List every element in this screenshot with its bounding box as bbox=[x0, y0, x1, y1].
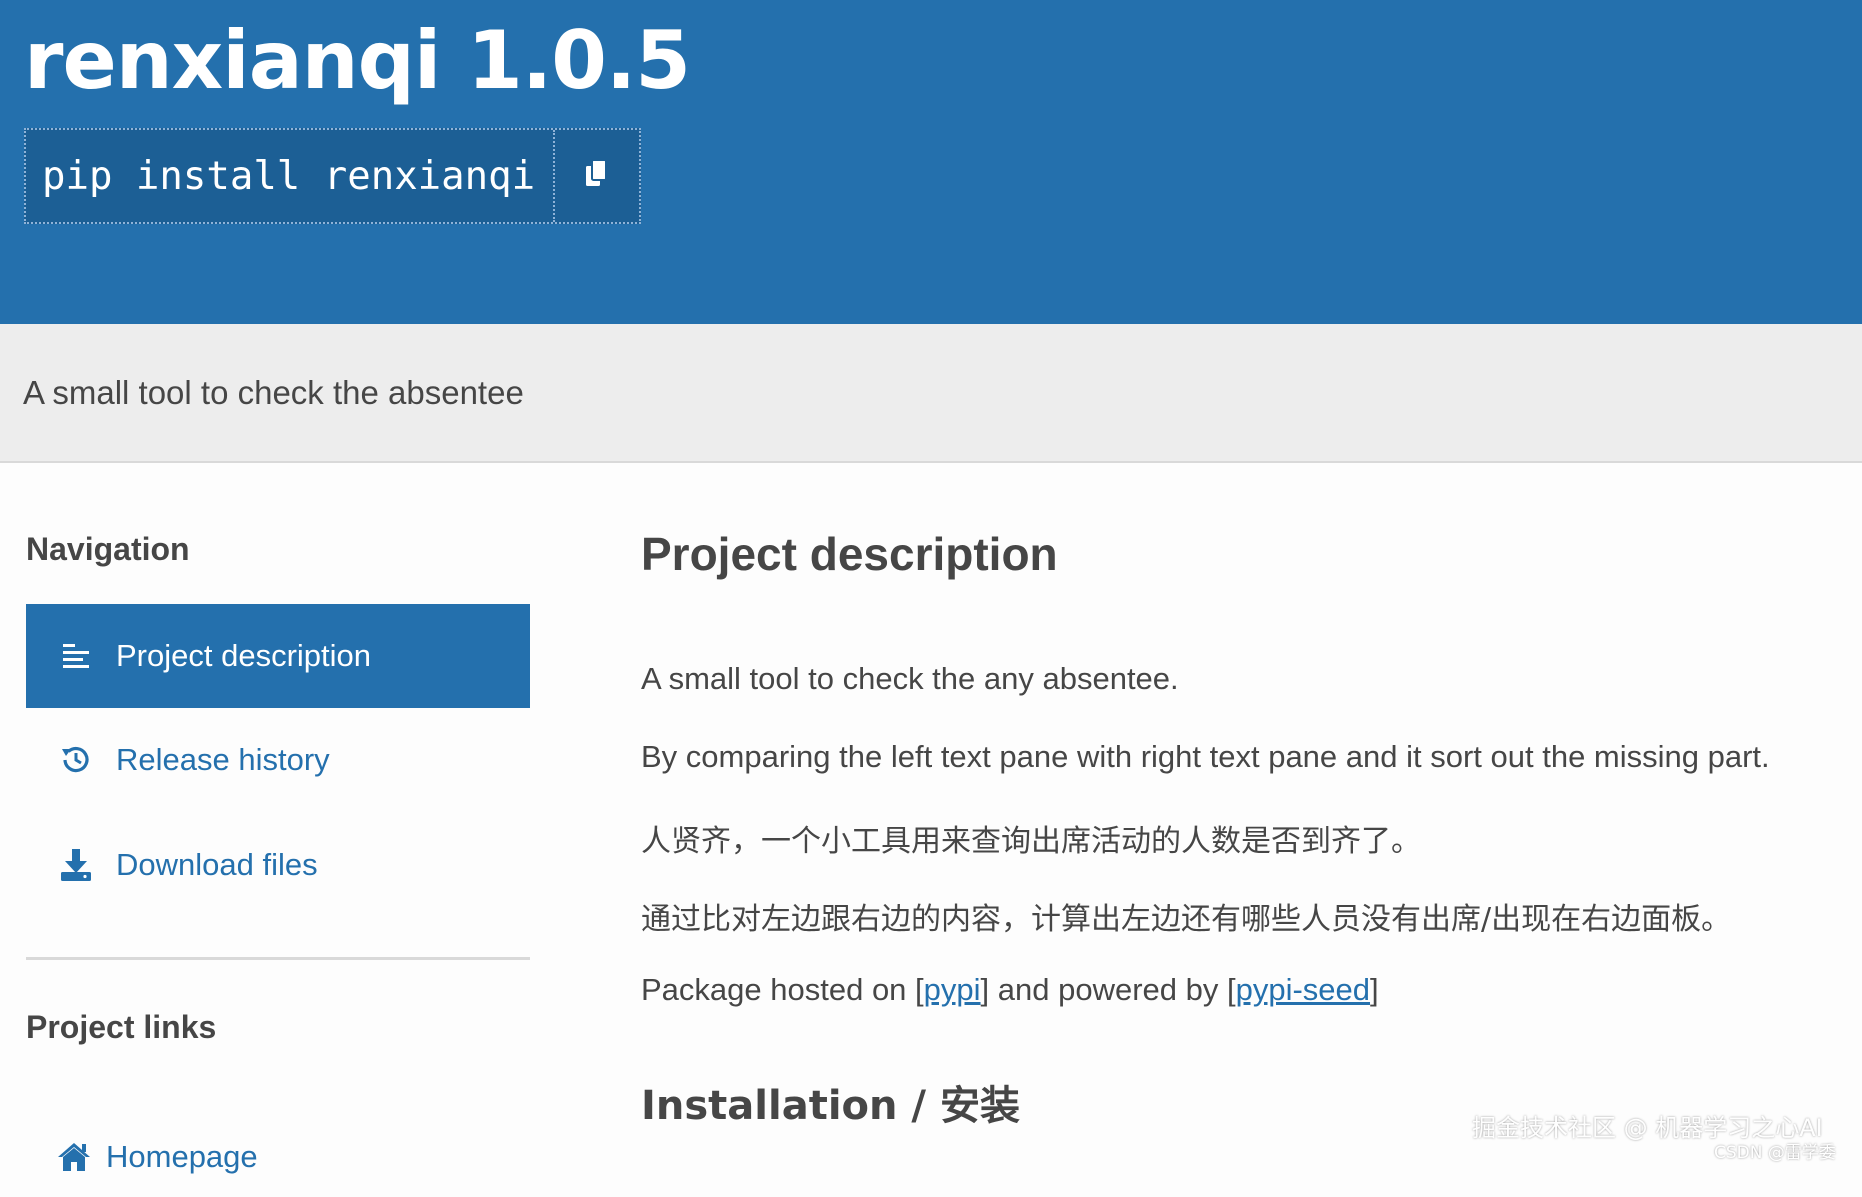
copy-icon bbox=[584, 158, 610, 194]
project-links-heading: Project links bbox=[26, 1009, 217, 1045]
nav-release-history[interactable]: Release history bbox=[26, 708, 530, 812]
package-summary: A small tool to check the absentee bbox=[23, 374, 524, 411]
paragraph: A small tool to check the any absentee. bbox=[641, 661, 1179, 696]
pypi-seed-link[interactable]: pypi-seed bbox=[1236, 972, 1370, 1007]
nav-label: Release history bbox=[116, 742, 330, 777]
link-homepage[interactable]: Homepage bbox=[26, 1117, 530, 1197]
nav-label: Project description bbox=[116, 638, 372, 673]
hosted-prefix: Package hosted on [ bbox=[641, 972, 924, 1007]
summary-band: A small tool to check the absentee bbox=[0, 324, 1862, 463]
pypi-link[interactable]: pypi bbox=[924, 972, 981, 1007]
copy-button[interactable] bbox=[555, 130, 639, 222]
nav-label: Download files bbox=[116, 847, 318, 882]
paragraph: 通过比对左边跟右边的内容，计算出左边还有哪些人员没有出席/出现在右边面板。 bbox=[641, 902, 1732, 937]
navigation-heading: Navigation bbox=[26, 531, 190, 567]
pip-install-box: pip install renxianqi bbox=[24, 128, 642, 224]
paragraph: 人贤齐，一个小工具用来查询出席活动的人数是否到齐了。 bbox=[641, 824, 1421, 859]
header-banner: renxianqi 1.0.5 pip install renxianqi bbox=[0, 0, 1862, 324]
watermark-secondary: CSDN @雷学委 bbox=[1714, 1143, 1836, 1163]
download-icon bbox=[58, 847, 94, 883]
nav-download-files[interactable]: Download files bbox=[26, 813, 530, 917]
paragraph: By comparing the left text pane with rig… bbox=[641, 739, 1770, 774]
hosted-middle: ] and powered by [ bbox=[980, 972, 1236, 1007]
hosted-suffix: ] bbox=[1370, 972, 1379, 1007]
history-icon bbox=[58, 742, 94, 778]
pip-command[interactable]: pip install renxianqi bbox=[26, 130, 556, 222]
link-label: Homepage bbox=[106, 1139, 258, 1174]
align-left-icon bbox=[58, 638, 94, 674]
project-description-heading: Project description bbox=[641, 528, 1058, 580]
package-title: renxianqi 1.0.5 bbox=[24, 14, 691, 107]
nav-project-description[interactable]: Project description bbox=[26, 604, 530, 708]
installation-heading: Installation / 安装 bbox=[641, 1083, 1020, 1129]
hosted-paragraph: Package hosted on [pypi] and powered by … bbox=[641, 972, 1379, 1008]
sidebar-divider bbox=[26, 957, 530, 960]
home-icon bbox=[56, 1139, 92, 1175]
